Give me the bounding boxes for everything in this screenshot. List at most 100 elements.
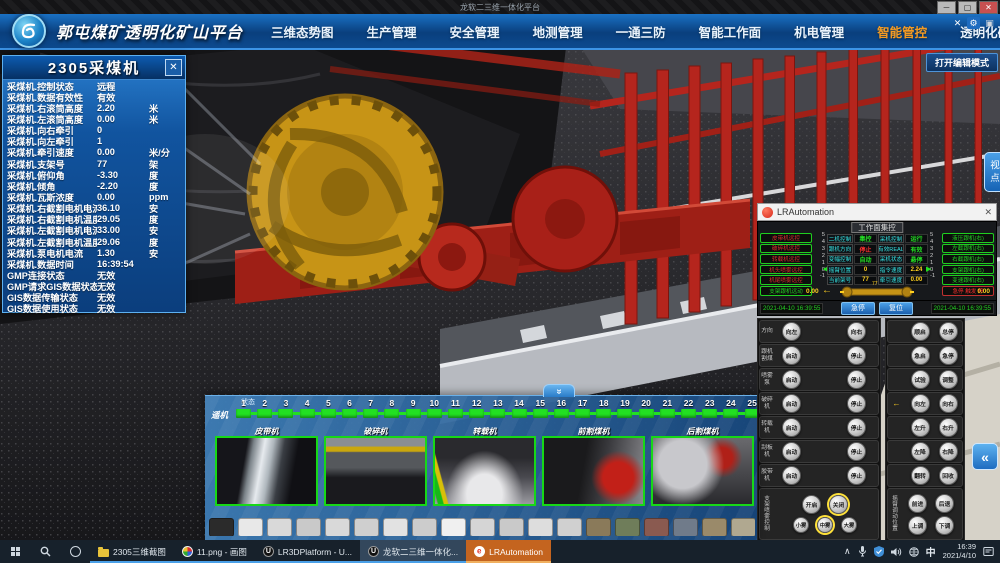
thumbnail[interactable] bbox=[499, 518, 524, 536]
control-button[interactable]: 向右 bbox=[847, 322, 866, 341]
follow-control-button[interactable]: 左截跟机(右) bbox=[942, 244, 994, 254]
control-button[interactable]: 调整 bbox=[939, 370, 958, 389]
remote-control-button[interactable]: 皮带机远控 bbox=[760, 233, 812, 243]
control-button[interactable]: 急停 bbox=[939, 346, 958, 365]
thumbnail[interactable] bbox=[615, 518, 640, 536]
control-button[interactable]: 翻转 bbox=[911, 466, 930, 485]
control-button[interactable]: 启动 bbox=[782, 442, 801, 461]
cortana-icon[interactable] bbox=[60, 540, 90, 563]
support-status-block[interactable] bbox=[596, 409, 611, 418]
support-status-block[interactable] bbox=[512, 409, 527, 418]
remote-control-button[interactable]: 机头喷雾远控 bbox=[760, 265, 812, 275]
viewpoint-tab[interactable]: 视点 bbox=[984, 152, 1000, 192]
start-button[interactable] bbox=[0, 540, 30, 563]
control-button[interactable]: 回收 bbox=[939, 466, 958, 485]
support-status-block[interactable] bbox=[342, 409, 357, 418]
taskbar-app[interactable]: 2305三维截图 bbox=[90, 540, 174, 563]
camera-feed[interactable] bbox=[433, 436, 536, 506]
spray-on-button[interactable]: 开启 bbox=[802, 495, 821, 514]
taskbar-clock[interactable]: 16:39 2021/4/10 bbox=[943, 543, 976, 560]
nav-item[interactable]: 生产管理 bbox=[367, 22, 417, 41]
thumbnail[interactable] bbox=[557, 518, 582, 536]
control-button[interactable]: 右升 bbox=[939, 418, 958, 437]
support-status-block[interactable] bbox=[406, 409, 421, 418]
control-button[interactable]: 急启 bbox=[911, 346, 930, 365]
thumbnail[interactable] bbox=[644, 518, 669, 536]
ime-indicator[interactable]: 中 bbox=[926, 544, 936, 559]
microphone-icon[interactable] bbox=[858, 546, 867, 557]
fullscreen-icon[interactable] bbox=[983, 17, 996, 29]
support-status-block[interactable] bbox=[490, 409, 505, 418]
support-status-block[interactable] bbox=[745, 409, 757, 418]
support-status-block[interactable] bbox=[575, 409, 590, 418]
edit-mode-button[interactable]: 打开编辑模式 bbox=[926, 53, 998, 72]
settings-gear-icon[interactable] bbox=[967, 17, 980, 29]
nav-item[interactable]: 安全管理 bbox=[450, 22, 500, 41]
thumbnail[interactable] bbox=[238, 518, 263, 536]
spray-medium-button[interactable]: 中雾 bbox=[817, 517, 833, 533]
support-status-block[interactable] bbox=[257, 409, 272, 418]
tools-icon[interactable] bbox=[951, 17, 964, 29]
panel-close-icon[interactable]: ✕ bbox=[165, 59, 182, 76]
taskbar-app[interactable]: LR3DPlatform - U... bbox=[255, 540, 360, 563]
camera-feed[interactable] bbox=[542, 436, 645, 506]
control-button[interactable]: 启动 bbox=[782, 370, 801, 389]
control-button[interactable]: 停止 bbox=[847, 370, 866, 389]
nav-item[interactable]: 一通三防 bbox=[616, 22, 666, 41]
control-button[interactable]: 试验 bbox=[911, 370, 930, 389]
search-icon[interactable] bbox=[30, 540, 60, 563]
camera-feed[interactable] bbox=[324, 436, 427, 506]
spray-large-button[interactable]: 大雾 bbox=[841, 517, 857, 533]
remote-control-button[interactable]: 破碎机远控 bbox=[760, 244, 812, 254]
support-status-block[interactable] bbox=[236, 409, 251, 418]
support-status-block[interactable] bbox=[300, 409, 315, 418]
thumbnail[interactable] bbox=[325, 518, 350, 536]
support-status-block[interactable] bbox=[533, 409, 548, 418]
support-status-block[interactable] bbox=[321, 409, 336, 418]
volume-icon[interactable] bbox=[891, 547, 902, 557]
tray-expand-icon[interactable]: ∧ bbox=[844, 546, 851, 557]
support-status-block[interactable] bbox=[617, 409, 632, 418]
control-button[interactable]: 向右 bbox=[939, 394, 958, 413]
arm-up-button[interactable]: 上调 bbox=[908, 516, 927, 535]
control-button[interactable]: 停止 bbox=[847, 394, 866, 413]
support-status-block[interactable] bbox=[660, 409, 675, 418]
control-button[interactable]: 向左 bbox=[911, 394, 930, 413]
thumbnail[interactable] bbox=[412, 518, 437, 536]
follow-control-button[interactable]: 液压跟机(右) bbox=[942, 233, 994, 243]
security-shield-icon[interactable] bbox=[874, 546, 884, 557]
nav-item[interactable]: 智能工作面 bbox=[699, 22, 762, 41]
follow-control-button[interactable]: 支架跟机(右) bbox=[942, 265, 994, 275]
camera-feed[interactable] bbox=[651, 436, 754, 506]
thumbnail[interactable] bbox=[383, 518, 408, 536]
control-button[interactable]: 停止 bbox=[847, 418, 866, 437]
control-button[interactable]: 左升 bbox=[911, 418, 930, 437]
lr-close-icon[interactable]: ✕ bbox=[984, 207, 992, 218]
taskbar-app[interactable]: 11.png - 画图 bbox=[174, 540, 255, 563]
thumbnail[interactable] bbox=[673, 518, 698, 536]
minimize-button[interactable]: ─ bbox=[937, 1, 956, 14]
thumbnail[interactable] bbox=[354, 518, 379, 536]
spray-off-button[interactable]: 关闭 bbox=[829, 495, 848, 514]
control-button[interactable]: 停止 bbox=[847, 442, 866, 461]
lr-titlebar[interactable]: LRAutomation ✕ bbox=[757, 203, 997, 221]
remote-control-button[interactable]: 转载机远控 bbox=[760, 254, 812, 264]
thumbnail[interactable] bbox=[267, 518, 292, 536]
arm-forward-button[interactable]: 前进 bbox=[908, 494, 927, 513]
support-status-block[interactable] bbox=[554, 409, 569, 418]
camera-feed[interactable] bbox=[215, 436, 318, 506]
support-status-block[interactable] bbox=[384, 409, 399, 418]
support-status-block[interactable] bbox=[363, 409, 378, 418]
network-globe-icon[interactable] bbox=[909, 547, 919, 557]
control-button[interactable]: 向左 bbox=[782, 322, 801, 341]
control-button[interactable]: 左降 bbox=[911, 442, 930, 461]
control-button[interactable]: 启动 bbox=[782, 466, 801, 485]
thumbnail[interactable] bbox=[296, 518, 321, 536]
support-status-block[interactable] bbox=[278, 409, 293, 418]
estop-button[interactable]: 急停 bbox=[841, 302, 875, 315]
nav-item[interactable]: 三维态势图 bbox=[271, 22, 334, 41]
support-status-block[interactable] bbox=[723, 409, 738, 418]
control-button[interactable]: 启动 bbox=[782, 418, 801, 437]
nav-item[interactable]: 机电管理 bbox=[794, 22, 844, 41]
taskbar-app[interactable]: LRAutomation bbox=[466, 540, 551, 563]
